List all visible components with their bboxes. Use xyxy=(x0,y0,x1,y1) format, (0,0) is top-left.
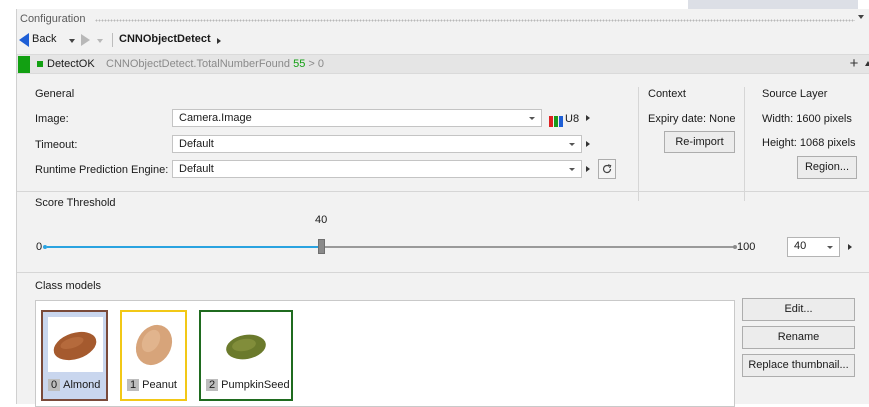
chevron-down-icon xyxy=(529,117,535,120)
status-value: 55 xyxy=(293,58,306,70)
nav-separator xyxy=(112,33,113,47)
refresh-icon xyxy=(602,164,612,174)
status-square-icon xyxy=(37,61,43,67)
class-model-caption: 0 Almond xyxy=(48,379,100,391)
score-expand-icon[interactable] xyxy=(848,244,852,250)
timeout-select[interactable]: Default xyxy=(172,135,582,153)
expiry-date: Expiry date: None xyxy=(648,113,736,125)
pumpkinseed-thumbnail xyxy=(219,317,274,372)
chevron-down-icon xyxy=(569,143,575,146)
source-height: Height: 1068 pixels xyxy=(762,137,856,149)
back-button[interactable]: Back xyxy=(32,33,56,45)
score-slider-thumb[interactable] xyxy=(318,239,325,254)
configuration-header: Configuration xyxy=(17,12,867,28)
collapse-icon[interactable] xyxy=(865,61,869,66)
slider-min-label: 0 xyxy=(36,241,43,253)
timeout-select-value: Default xyxy=(179,138,214,150)
image-expand-icon[interactable] xyxy=(586,115,590,121)
breadcrumb-expand-icon[interactable] xyxy=(217,38,221,44)
peanut-image xyxy=(127,317,182,372)
add-button[interactable]: + xyxy=(845,56,863,72)
navigation-bar: Back CNNObjectDetect xyxy=(17,30,867,50)
class-model-card-pumpkinseed[interactable]: 2 PumpkinSeed xyxy=(199,310,293,401)
back-arrow-icon[interactable] xyxy=(19,33,29,47)
engine-select-value: Default xyxy=(179,163,214,175)
chevron-down-icon xyxy=(569,168,575,171)
forward-history-dropdown-icon[interactable] xyxy=(97,39,103,43)
slider-track-empty[interactable] xyxy=(322,246,735,248)
image-label: Image: xyxy=(35,113,69,125)
class-model-name: Peanut xyxy=(142,379,177,391)
reimport-button[interactable]: Re-import xyxy=(664,131,735,153)
class-index-badge: 0 xyxy=(48,379,61,391)
class-index-badge: 1 xyxy=(127,379,140,391)
status-name: DetectOK xyxy=(47,58,95,70)
u8-format-icon xyxy=(549,116,563,127)
drag-grip[interactable] xyxy=(95,19,855,22)
context-title: Context xyxy=(648,88,686,100)
replace-thumbnail-button[interactable]: Replace thumbnail... xyxy=(742,354,855,377)
class-models-list: 0 Almond 1 Peanut 2 PumpkinSeed xyxy=(35,300,735,407)
class-model-caption: 2 PumpkinSeed xyxy=(206,379,290,391)
timeout-label: Timeout: xyxy=(35,139,78,151)
top-strip xyxy=(0,0,869,9)
region-button[interactable]: Region... xyxy=(797,156,857,179)
rename-button[interactable]: Rename xyxy=(742,326,855,349)
status-bar: DetectOK CNNObjectDetect.TotalNumberFoun… xyxy=(17,54,869,74)
status-expression-text: CNNObjectDetect.TotalNumberFound xyxy=(106,58,291,70)
status-indicator xyxy=(18,56,30,73)
class-model-card-peanut[interactable]: 1 Peanut xyxy=(120,310,187,401)
configuration-panel: Configuration Back CNNObjectDetect Detec… xyxy=(16,9,869,407)
section-divider xyxy=(17,272,869,273)
group-divider xyxy=(744,87,745,201)
background-tab xyxy=(688,0,858,9)
engine-select[interactable]: Default xyxy=(172,160,582,178)
chevron-down-icon xyxy=(827,246,833,249)
status-comparison: > 0 xyxy=(308,58,325,70)
refresh-button[interactable] xyxy=(598,159,616,179)
slider-value-label: 40 xyxy=(315,214,328,226)
source-width: Width: 1600 pixels xyxy=(762,113,852,125)
class-models-title: Class models xyxy=(35,280,102,292)
group-divider xyxy=(638,87,639,201)
image-select[interactable]: Camera.Image xyxy=(172,109,542,127)
class-model-caption: 1 Peanut xyxy=(127,379,177,391)
score-threshold-title: Score Threshold xyxy=(35,197,116,209)
image-format: U8 xyxy=(565,113,580,125)
score-threshold-input[interactable]: 40 xyxy=(787,237,840,257)
engine-expand-icon[interactable] xyxy=(586,166,590,172)
back-history-dropdown-icon[interactable] xyxy=(69,39,75,43)
image-select-value: Camera.Image xyxy=(179,112,252,124)
pumpkinseed-image xyxy=(219,317,274,372)
class-model-name: Almond xyxy=(63,379,101,391)
source-layer-title: Source Layer xyxy=(762,88,828,100)
general-title: General xyxy=(35,88,75,100)
forward-arrow-icon[interactable] xyxy=(81,34,90,46)
timeout-expand-icon[interactable] xyxy=(586,141,590,147)
breadcrumb[interactable]: CNNObjectDetect xyxy=(119,33,211,45)
slider-max-label: 100 xyxy=(737,241,756,253)
class-index-badge: 2 xyxy=(206,379,219,391)
edit-button[interactable]: Edit... xyxy=(742,298,855,321)
almond-image xyxy=(48,317,103,372)
status-expression: CNNObjectDetect.TotalNumberFound 55 > 0 xyxy=(106,58,324,70)
panel-menu-icon[interactable] xyxy=(858,15,864,19)
engine-label: Runtime Prediction Engine: xyxy=(35,164,169,176)
configuration-title: Configuration xyxy=(20,13,86,25)
class-model-name: PumpkinSeed xyxy=(221,379,290,391)
score-threshold-input-value: 40 xyxy=(794,240,807,252)
slider-track-filled[interactable] xyxy=(47,246,322,248)
class-model-card-almond[interactable]: 0 Almond xyxy=(41,310,108,401)
almond-thumbnail xyxy=(48,317,103,372)
peanut-thumbnail xyxy=(127,317,182,372)
section-divider xyxy=(17,191,869,192)
